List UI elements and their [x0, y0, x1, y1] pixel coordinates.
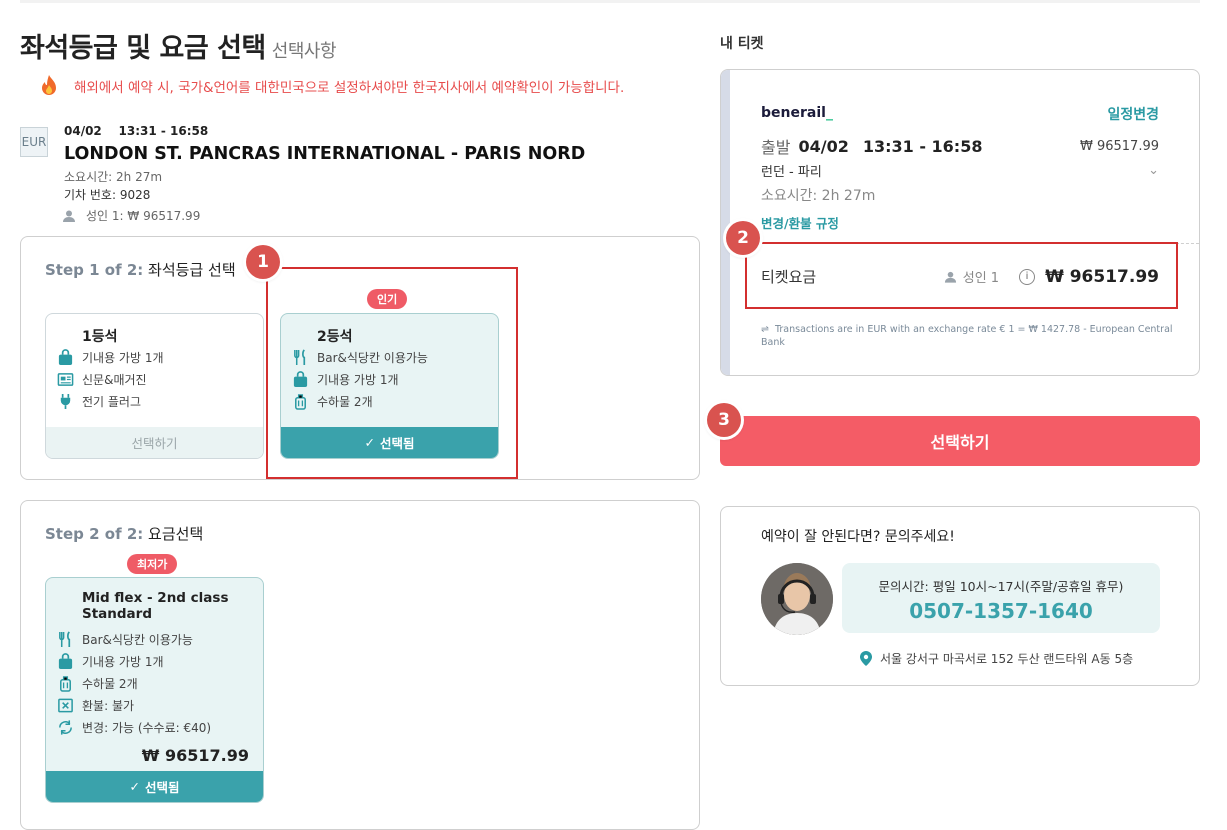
- step1-title: Step 1 of 2: 좌석등급 선택: [45, 261, 236, 279]
- no-refund-icon: [56, 696, 74, 714]
- contact-hours: 문의시간: 평일 10시~17시(주말/공휴일 휴무): [878, 579, 1124, 594]
- contact-address: 서울 강서구 마곡서로 152 두산 랜드타워 A동 5층: [860, 650, 1133, 667]
- step-marker-2: 2: [726, 221, 760, 255]
- lowest-price-badge: 최저가: [127, 554, 178, 574]
- chevron-down-icon[interactable]: ⌄: [1148, 163, 1159, 178]
- ticket-card: benerail_ 일정변경 출발 04/02 13:31 - 16:58 ₩ …: [720, 69, 1200, 376]
- cutlery-icon: [56, 630, 74, 648]
- feature-item: 신문&매거진: [56, 370, 147, 388]
- page-title: 좌석등급 및 요금 선택 선택사항: [20, 33, 337, 64]
- contact-info-box: 문의시간: 평일 10시~17시(주말/공휴일 휴무) 0507-1357-16…: [842, 563, 1160, 633]
- exchange-icon: ⇌: [761, 324, 769, 335]
- warning-banner: 해외에서 예약 시, 국가&언어를 대한민국으로 설정하셔야만 한국지사에서 예…: [38, 74, 624, 98]
- my-ticket-label: 내 티켓: [720, 36, 764, 52]
- highlight-box-seat: [266, 267, 518, 479]
- contact-phone[interactable]: 0507-1357-1640: [842, 599, 1160, 623]
- fire-icon: [42, 75, 56, 95]
- newspaper-icon: [56, 370, 74, 388]
- ticket-duration: 소요시간: 2h 27m: [761, 188, 876, 204]
- ticket-departure-row: 출발 04/02 13:31 - 16:58 ₩ 96517.99: [761, 136, 1159, 158]
- highlight-box-fare: [745, 242, 1178, 309]
- feature-item: 기내용 가방 1개: [56, 652, 164, 670]
- luggage-icon: [56, 674, 74, 692]
- person-icon: [63, 210, 75, 222]
- fare-card[interactable]: Mid flex - 2nd class Standard Bar&식당칸 이용…: [45, 577, 264, 803]
- ticket-price-small: ₩ 96517.99: [1079, 138, 1159, 154]
- bag-icon: [56, 652, 74, 670]
- feature-item: 변경: 가능 (수수료: €40): [56, 718, 211, 736]
- ticket-side-bar: [721, 70, 730, 375]
- selected-button-fare[interactable]: ✓ 선택됨: [46, 771, 263, 802]
- trip-route: LONDON ST. PANCRAS INTERNATIONAL - PARIS…: [64, 144, 586, 164]
- step2-panel: Step 2 of 2: 요금선택 최저가 Mid flex - 2nd cla…: [20, 500, 700, 830]
- seat-card-first[interactable]: 1등석 기내용 가방 1개 신문&매거진 전기 플러그 선택하기: [45, 313, 264, 459]
- exchange-note: ⇌ Transactions are in EUR with an exchang…: [761, 324, 1173, 348]
- exchange-icon: [56, 718, 74, 736]
- support-avatar: [761, 563, 833, 635]
- contact-card: 예약이 잘 안된다면? 문의주세요! 문의시간: 평일 10시~17시(주말/공…: [720, 506, 1200, 686]
- change-schedule-link[interactable]: 일정변경: [1107, 104, 1159, 124]
- check-icon: ✓: [129, 779, 140, 794]
- passenger-price: 성인 1: ₩ 96517.99: [62, 207, 200, 224]
- plug-icon: [56, 392, 74, 410]
- step2-title: Step 2 of 2: 요금선택: [45, 525, 204, 543]
- trip-datetime: 04/02 13:31 - 16:58: [64, 124, 209, 138]
- feature-item: 수하물 2개: [56, 674, 138, 692]
- train-number: 기차 번호: 9028: [64, 188, 151, 202]
- brand-logo: benerail_: [761, 105, 833, 121]
- trip-duration: 소요시간: 2h 27m: [64, 170, 163, 184]
- seat-card-name: 1등석: [82, 329, 118, 345]
- top-divider: [20, 0, 1200, 3]
- step-marker-1: 1: [246, 245, 280, 279]
- step-marker-3: 3: [707, 403, 741, 437]
- fare-price: ₩ 96517.99: [141, 746, 249, 765]
- ticket-route-row: 런던 - 파리 ⌄: [761, 163, 1159, 180]
- currency-badge: EUR: [20, 127, 48, 157]
- feature-item: 환불: 불가: [56, 696, 134, 714]
- select-cta-button[interactable]: 선택하기: [720, 416, 1200, 466]
- feature-item: 기내용 가방 1개: [56, 348, 164, 366]
- refund-policy-link[interactable]: 변경/환불 규정: [761, 213, 1159, 232]
- contact-title: 예약이 잘 안된다면? 문의주세요!: [761, 529, 955, 545]
- feature-item: Bar&식당칸 이용가능: [56, 630, 193, 648]
- select-button-first[interactable]: 선택하기: [46, 427, 263, 458]
- feature-item: 전기 플러그: [56, 392, 141, 410]
- page-subtitle: 선택사항: [271, 41, 337, 62]
- warning-text: 해외에서 예약 시, 국가&언어를 대한민국으로 설정하셔야만 한국지사에서 예…: [74, 80, 625, 96]
- location-pin-icon: [860, 651, 872, 666]
- bag-icon: [56, 348, 74, 366]
- fare-card-name: Mid flex - 2nd class Standard: [82, 590, 229, 622]
